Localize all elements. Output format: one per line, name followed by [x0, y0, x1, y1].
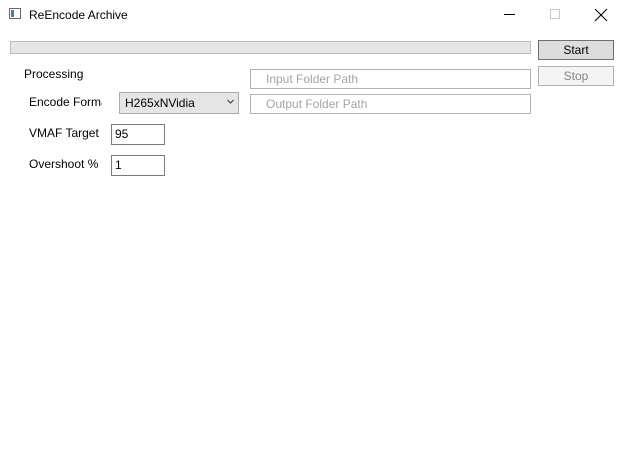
- processing-label: Processing: [24, 67, 84, 81]
- app-icon-accent: [11, 10, 14, 17]
- vmaf-target-input[interactable]: 95: [111, 124, 165, 145]
- minimize-icon: [504, 14, 515, 15]
- maximize-button[interactable]: [532, 0, 578, 30]
- overshoot-input[interactable]: 1: [111, 155, 165, 176]
- encode-format-select[interactable]: H265xNVidia: [119, 92, 239, 114]
- chevron-down-icon: [227, 99, 234, 104]
- progress-bar: [10, 41, 531, 54]
- title-bar[interactable]: ReEncode Archive: [0, 0, 624, 30]
- maximize-icon: [550, 9, 560, 19]
- input-folder-path-field[interactable]: Input Folder Path: [250, 69, 531, 89]
- overshoot-label: Overshoot %: [29, 157, 99, 171]
- stop-button[interactable]: Stop: [538, 66, 614, 86]
- close-icon: [594, 8, 608, 22]
- encode-format-value: H265xNVidia: [125, 96, 195, 110]
- app-window: ReEncode Archive Start Stop Processing I…: [0, 0, 624, 471]
- close-button[interactable]: [578, 0, 624, 30]
- window-title: ReEncode Archive: [29, 8, 128, 22]
- minimize-button[interactable]: [486, 0, 532, 30]
- start-button[interactable]: Start: [538, 40, 614, 60]
- encode-format-label: Encode Forma: [29, 95, 102, 109]
- output-folder-path-field[interactable]: Output Folder Path: [250, 94, 531, 114]
- vmaf-target-label: VMAF Target: [29, 126, 99, 140]
- app-window-icon: [9, 8, 21, 19]
